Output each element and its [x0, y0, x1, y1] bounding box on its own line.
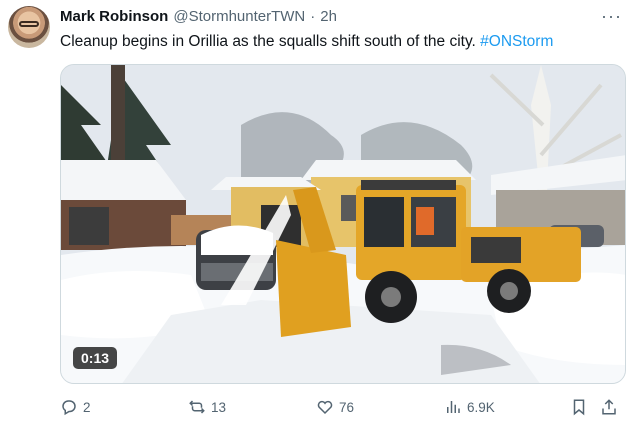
action-bar: 2 13 76 6.9K	[60, 398, 626, 422]
like-count: 76	[339, 399, 355, 415]
separator-dot: ·	[310, 8, 316, 25]
retweet-count: 13	[211, 399, 227, 415]
video-player[interactable]: 0:13	[60, 64, 626, 384]
heart-icon	[317, 400, 333, 415]
avatar[interactable]	[8, 6, 50, 48]
bookmark-button[interactable]	[570, 398, 588, 416]
retweet-button[interactable]: 13	[188, 398, 226, 416]
tweet-body: Cleanup begins in Orillia as the squalls…	[60, 33, 476, 50]
video-duration: 0:13	[73, 347, 118, 369]
video-frame	[61, 65, 625, 383]
view-count: 6.9K	[467, 399, 495, 415]
tweet-header: Mark Robinson @StormhunterTWN · 2h	[60, 8, 337, 25]
reply-icon	[62, 400, 76, 416]
share-icon	[602, 399, 616, 415]
tweet-text: Cleanup begins in Orillia as the squalls…	[60, 32, 553, 52]
reply-button[interactable]: 2	[60, 398, 91, 416]
views-button[interactable]: 6.9K	[444, 398, 495, 416]
author-name[interactable]: Mark Robinson	[60, 8, 168, 25]
hashtag-link[interactable]: #ONStorm	[480, 33, 553, 50]
reply-count: 2	[83, 399, 91, 415]
retweet-icon	[189, 400, 205, 414]
views-icon	[447, 401, 460, 413]
share-button[interactable]	[600, 398, 618, 416]
more-icon[interactable]: ···	[601, 6, 622, 27]
timestamp[interactable]: 2h	[320, 8, 337, 25]
bookmark-icon	[573, 399, 585, 416]
author-handle[interactable]: @StormhunterTWN	[173, 8, 305, 25]
like-button[interactable]: 76	[316, 398, 354, 416]
